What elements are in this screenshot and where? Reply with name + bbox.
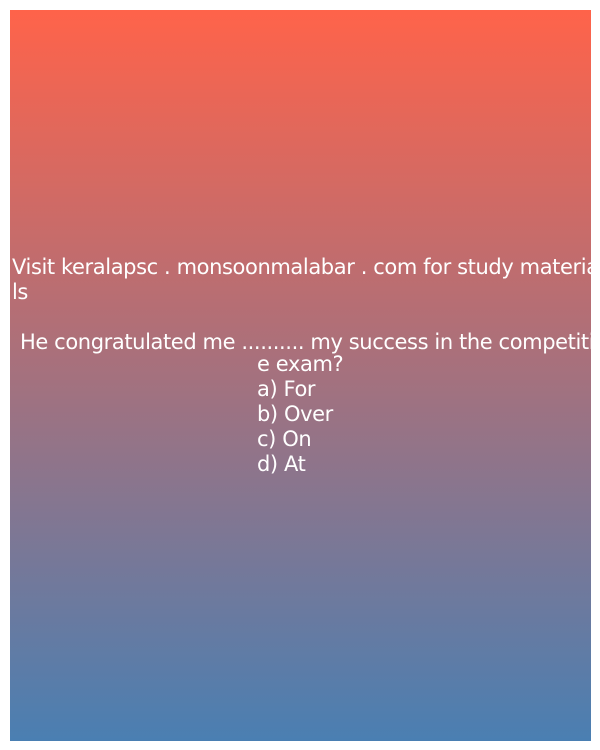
visit-text-line-2: ls bbox=[12, 280, 28, 304]
question-text-line-2: e exam? bbox=[257, 352, 344, 376]
option-a: a) For bbox=[257, 377, 316, 401]
option-d: d) At bbox=[257, 452, 306, 476]
visit-text-line-1: Visit keralapsc . monsoonmalabar . com f… bbox=[12, 255, 591, 279]
option-b: b) Over bbox=[257, 402, 333, 426]
question-card: Visit keralapsc . monsoonmalabar . com f… bbox=[10, 10, 591, 741]
option-c: c) On bbox=[257, 427, 312, 451]
